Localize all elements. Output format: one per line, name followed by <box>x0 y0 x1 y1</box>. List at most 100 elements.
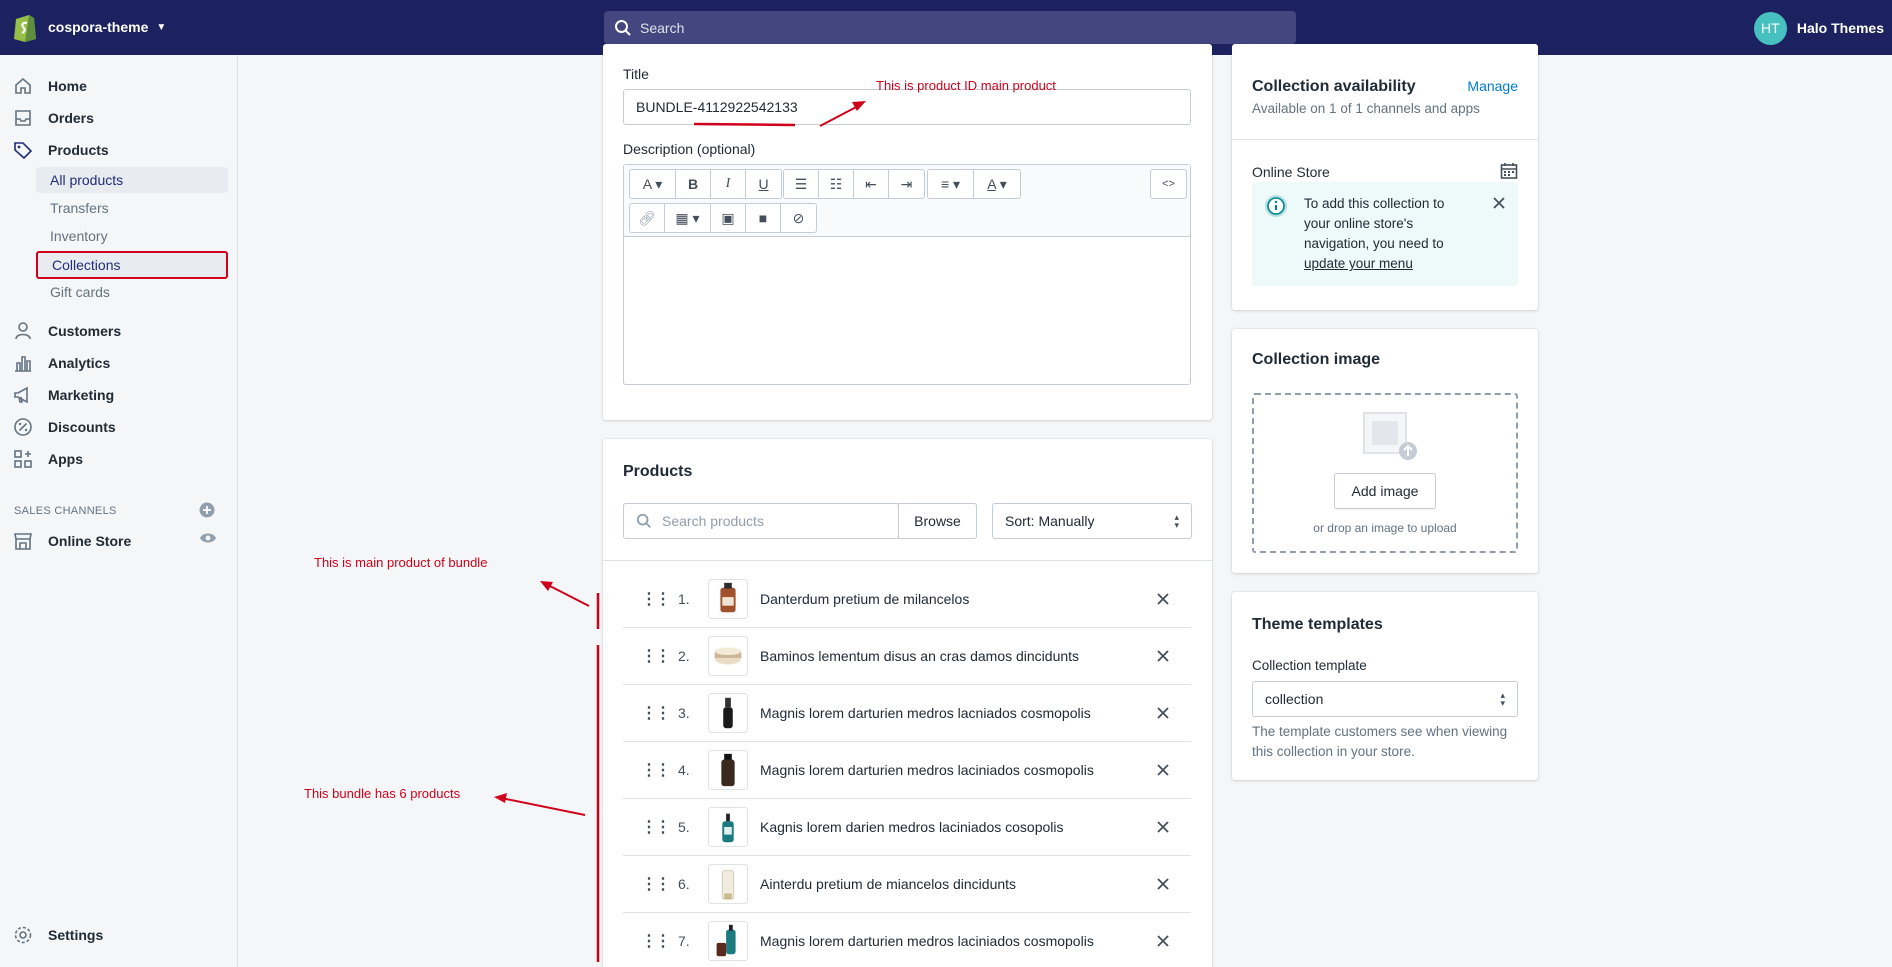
sidebar-item-orders[interactable]: Orders <box>12 104 230 132</box>
video-icon: ■ <box>758 210 768 226</box>
font-style-button[interactable]: A ▾ <box>630 170 676 198</box>
sidebar-item-apps[interactable]: Apps <box>12 445 230 473</box>
product-search-input[interactable]: Search products <box>623 503 899 539</box>
product-thumbnail <box>708 636 748 676</box>
product-number: 2. <box>678 648 690 664</box>
title-label: Title <box>623 66 649 82</box>
drop-image-text: or drop an image to upload <box>1313 521 1457 535</box>
product-row[interactable]: ⋮⋮ 2. Baminos lementum disus an cras damos… <box>623 628 1191 685</box>
image-button[interactable]: ▣ <box>711 204 746 232</box>
update-menu-link[interactable]: update your menu <box>1304 254 1444 274</box>
close-icon <box>1157 764 1169 776</box>
italic-button[interactable]: I <box>711 170 746 198</box>
sidebar-item-analytics[interactable]: Analytics <box>12 349 230 377</box>
sidebar-item-label: Marketing <box>48 387 115 403</box>
underline-button[interactable]: U <box>746 170 781 198</box>
store-switcher[interactable]: cospora-theme ▼ <box>12 13 166 42</box>
drag-handle-icon[interactable]: ⋮⋮ <box>641 589 671 609</box>
select-arrows-icon: ▴ ▾ <box>1174 512 1179 530</box>
manage-link[interactable]: Manage <box>1467 78 1518 94</box>
sidebar-subitem-transfers[interactable]: Transfers <box>36 195 228 221</box>
user-name: Halo Themes <box>1796 20 1884 36</box>
sidebar-subitem-collections[interactable]: Collections <box>36 251 228 279</box>
add-channel-icon[interactable] <box>199 502 215 518</box>
image-dropzone[interactable]: Add image or drop an image to upload <box>1252 393 1518 553</box>
text-color-icon: A ▾ <box>987 175 1007 192</box>
remove-product-button[interactable] <box>1153 592 1173 606</box>
outdent-button[interactable]: ⇤ <box>854 170 889 198</box>
tag-icon <box>12 139 34 161</box>
browse-button[interactable]: Browse <box>898 503 977 539</box>
editor-toolbar: A ▾ B I U ☰ ☷ ⇤ ⇥ ≡ ▾ A ▾ <> 🔗︎ ▦ ▾ ▣ ■ … <box>624 165 1190 237</box>
sidebar-item-customers[interactable]: Customers <box>12 317 230 345</box>
drag-handle-icon[interactable]: ⋮⋮ <box>641 817 671 837</box>
indent-button[interactable]: ⇥ <box>889 170 924 198</box>
remove-product-button[interactable] <box>1153 706 1173 720</box>
product-name[interactable]: Magnis lorem darturien medros laciniados… <box>760 762 1153 778</box>
add-image-button[interactable]: Add image <box>1334 473 1436 509</box>
text-color-button[interactable]: A ▾ <box>974 170 1020 198</box>
sidebar-subitem-all-products[interactable]: All products <box>36 167 228 193</box>
bullet-list-button[interactable]: ☰ <box>784 170 819 198</box>
product-name[interactable]: Magnis lorem darturien medros lacniados … <box>760 705 1153 721</box>
remove-product-button[interactable] <box>1153 763 1173 777</box>
template-value: collection <box>1265 691 1324 707</box>
bold-button[interactable]: B <box>676 170 711 198</box>
sidebar-subitem-inventory[interactable]: Inventory <box>36 223 228 249</box>
product-row[interactable]: ⋮⋮ 7. Magnis lorem darturien medros lacini… <box>623 913 1191 967</box>
product-number: 5. <box>678 819 690 835</box>
search-input[interactable]: Search <box>604 11 1296 44</box>
table-button[interactable]: ▦ ▾ <box>665 204 711 232</box>
font-icon: A ▾ <box>642 175 663 192</box>
sidebar-item-discounts[interactable]: Discounts <box>12 413 230 441</box>
eye-icon[interactable] <box>199 531 217 545</box>
calendar-icon[interactable] <box>1500 162 1518 180</box>
sidebar-item-settings[interactable]: Settings <box>12 921 230 949</box>
search-icon <box>636 513 651 528</box>
sidebar-item-label: Discounts <box>48 419 116 435</box>
product-name[interactable]: Kagnis lorem darien medros laciniados co… <box>760 819 1153 835</box>
remove-product-button[interactable] <box>1153 649 1173 663</box>
sidebar-item-online-store[interactable]: Online Store <box>12 527 230 555</box>
outdent-icon: ⇤ <box>865 175 877 192</box>
video-button[interactable]: ■ <box>746 204 781 232</box>
close-icon <box>1157 650 1169 662</box>
sidebar-item-marketing[interactable]: Marketing <box>12 381 230 409</box>
drag-handle-icon[interactable]: ⋮⋮ <box>641 703 671 723</box>
title-input[interactable]: BUNDLE-4112922542133 <box>623 89 1191 125</box>
product-row[interactable]: ⋮⋮ 5. Kagnis lorem darien medros laciniado… <box>623 799 1191 856</box>
numbered-list-icon: ☷ <box>829 175 843 192</box>
align-button[interactable]: ≡ ▾ <box>928 170 974 198</box>
link-button[interactable]: 🔗︎ <box>630 204 665 232</box>
remove-product-button[interactable] <box>1153 877 1173 891</box>
product-name[interactable]: Baminos lementum disus an cras damos din… <box>760 648 1153 664</box>
html-source-button[interactable]: <> <box>1151 170 1186 198</box>
remove-product-button[interactable] <box>1153 820 1173 834</box>
product-name[interactable]: Danterdum pretium de milancelos <box>760 591 1153 607</box>
product-number: 7. <box>678 933 690 949</box>
product-row[interactable]: ⋮⋮ 6. Ainterdu pretium de miancelos dincid… <box>623 856 1191 913</box>
sort-select[interactable]: Sort: Manually ▴ ▾ <box>992 503 1192 539</box>
product-name[interactable]: Ainterdu pretium de miancelos dincidunts <box>760 876 1153 892</box>
close-icon[interactable] <box>1492 196 1506 210</box>
annotation-bundle-count: This bundle has 6 products <box>304 786 461 801</box>
clear-format-button[interactable]: ⊘ <box>781 204 816 232</box>
template-select[interactable]: collection ▴ ▾ <box>1252 681 1518 717</box>
remove-product-button[interactable] <box>1153 934 1173 948</box>
sidebar-subitem-gift-cards[interactable]: Gift cards <box>36 279 228 305</box>
drag-handle-icon[interactable]: ⋮⋮ <box>641 874 671 894</box>
product-row[interactable]: ⋮⋮ 4. Magnis lorem darturien medros lacini… <box>623 742 1191 799</box>
sidebar-item-products[interactable]: Products <box>12 136 230 164</box>
user-menu[interactable]: HT Halo Themes <box>1753 11 1884 45</box>
product-row[interactable]: ⋮⋮ 3. Magnis lorem darturien medros lacnia… <box>623 685 1191 742</box>
megaphone-icon <box>12 384 34 406</box>
drag-handle-icon[interactable]: ⋮⋮ <box>641 646 671 666</box>
drag-handle-icon[interactable]: ⋮⋮ <box>641 760 671 780</box>
product-name[interactable]: Magnis lorem darturien medros laciniados… <box>760 933 1153 949</box>
drag-handle-icon[interactable]: ⋮⋮ <box>641 931 671 951</box>
align-left-icon: ≡ ▾ <box>940 175 961 192</box>
sidebar-item-home[interactable]: Home <box>12 72 230 100</box>
product-row[interactable]: ⋮⋮ 1. Danterdum pretium de milancelos <box>623 571 1191 628</box>
numbered-list-button[interactable]: ☷ <box>819 170 854 198</box>
online-store-label: Online Store <box>1252 164 1330 180</box>
